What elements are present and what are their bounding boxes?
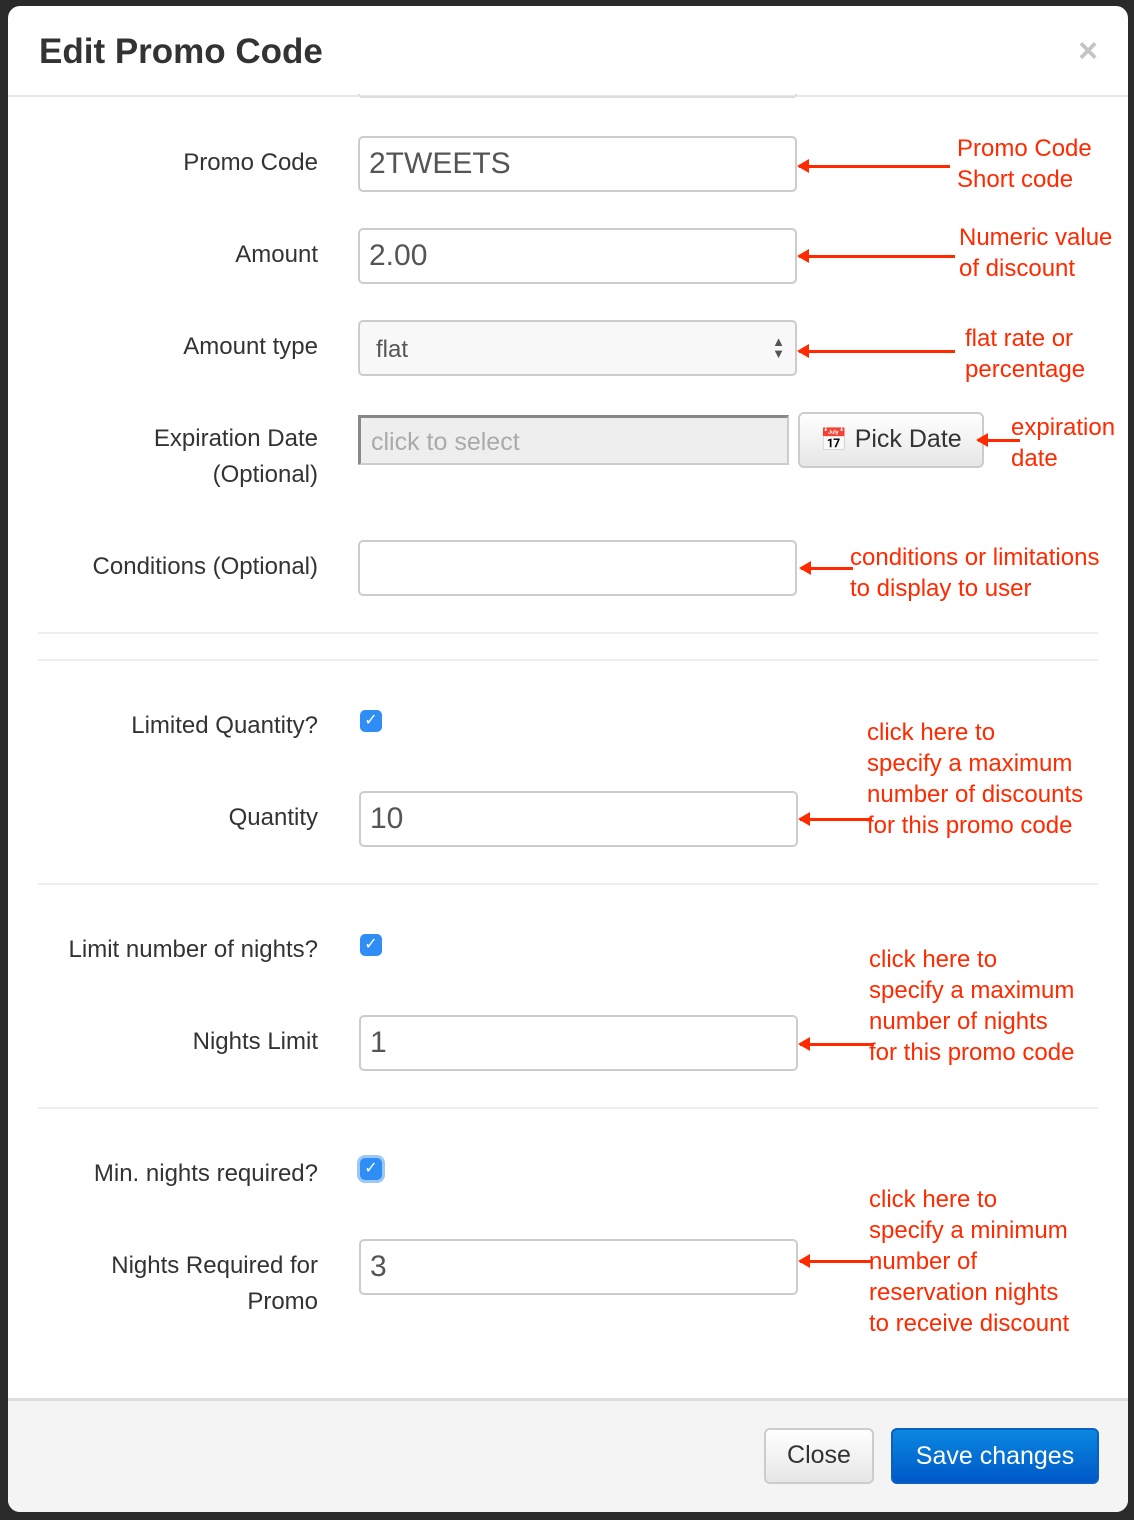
select-arrows-icon: ▲ ▼ [772, 334, 785, 361]
limit-nights-checkbox[interactable]: ✓ [360, 934, 382, 956]
conditions-input[interactable] [358, 540, 797, 596]
expiration-label: Expiration Date (Optional) [154, 421, 318, 493]
nights-limit-label: Nights Limit [192, 1028, 318, 1055]
annotation-promo-code: Promo Code Short code [957, 135, 1092, 193]
nights-required-input[interactable]: 3 [359, 1239, 798, 1295]
annotation-arrow [798, 1254, 872, 1268]
limited-quantity-label: Limited Quantity? [131, 712, 318, 739]
expiration-date-input[interactable]: click to select [358, 415, 789, 465]
divider [38, 1107, 1098, 1109]
annotation-arrow [799, 561, 853, 575]
annotation-conditions: conditions or limitations to display to u… [850, 544, 1100, 602]
expiration-label-line2: (Optional) [212, 461, 318, 488]
save-changes-button[interactable]: Save changes [891, 1428, 1099, 1484]
modal-footer: Close Save changes [8, 1398, 1128, 1512]
amount-input[interactable]: 2.00 [358, 228, 797, 284]
pick-date-label: Pick Date [854, 425, 962, 453]
promo-code-label: Promo Code [183, 149, 318, 176]
annotation-arrow [798, 1037, 874, 1051]
divider [38, 883, 1098, 885]
annotation-amount: Numeric value of discount [959, 224, 1113, 282]
annotation-arrow [797, 249, 955, 263]
amount-type-label: Amount type [183, 333, 318, 360]
close-button[interactable]: Close [764, 1428, 874, 1484]
min-nights-checkbox[interactable]: ✓ [360, 1158, 382, 1180]
amount-type-value: flat [376, 336, 409, 363]
nights-limit-input[interactable]: 1 [359, 1015, 798, 1071]
annotation-quantity: click here to specify a maximum number of … [867, 719, 1084, 839]
modal-header: Edit Promo Code × [8, 6, 1128, 97]
edit-promo-modal: Edit Promo Code × Promo Code 2TWEETS Amo… [8, 6, 1128, 1512]
annotation-min-nights: click here to specify a minimum number of r… [869, 1186, 1070, 1337]
calendar-icon: 📅 [820, 427, 848, 452]
min-nights-label: Min. nights required? [93, 1160, 318, 1187]
conditions-label: Conditions (Optional) [92, 553, 318, 580]
amount-label: Amount [235, 241, 318, 268]
annotation-nights: click here to specify a maximum number of … [869, 946, 1075, 1066]
limit-nights-label: Limit number of nights? [68, 936, 318, 963]
expiration-label-line1: Expiration Date [153, 425, 318, 452]
quantity-label: Quantity [228, 804, 318, 831]
annotation-amount-type: flat rate or percentage [965, 325, 1086, 383]
close-icon[interactable]: × [1078, 32, 1098, 71]
promo-code-input[interactable]: 2TWEETS [358, 136, 797, 192]
pick-date-button[interactable]: 📅 Pick Date [798, 412, 984, 468]
annotation-arrow [797, 159, 950, 173]
divider [38, 632, 1098, 634]
scrolled-input-edge [358, 94, 797, 98]
nights-required-label-line1: Nights Required for [111, 1252, 318, 1279]
annotation-arrow [798, 812, 872, 826]
annotation-arrow [797, 344, 955, 358]
nights-required-label: Nights Required for Promo [111, 1248, 318, 1320]
quantity-input[interactable]: 10 [359, 791, 798, 847]
amount-type-select[interactable]: flat ▲ ▼ [358, 320, 797, 376]
modal-title: Edit Promo Code [39, 32, 323, 71]
divider [38, 659, 1098, 661]
limited-quantity-checkbox[interactable]: ✓ [360, 710, 382, 732]
nights-required-label-line2: Promo [247, 1288, 318, 1315]
annotation-expiration: expiration date [1011, 414, 1116, 472]
